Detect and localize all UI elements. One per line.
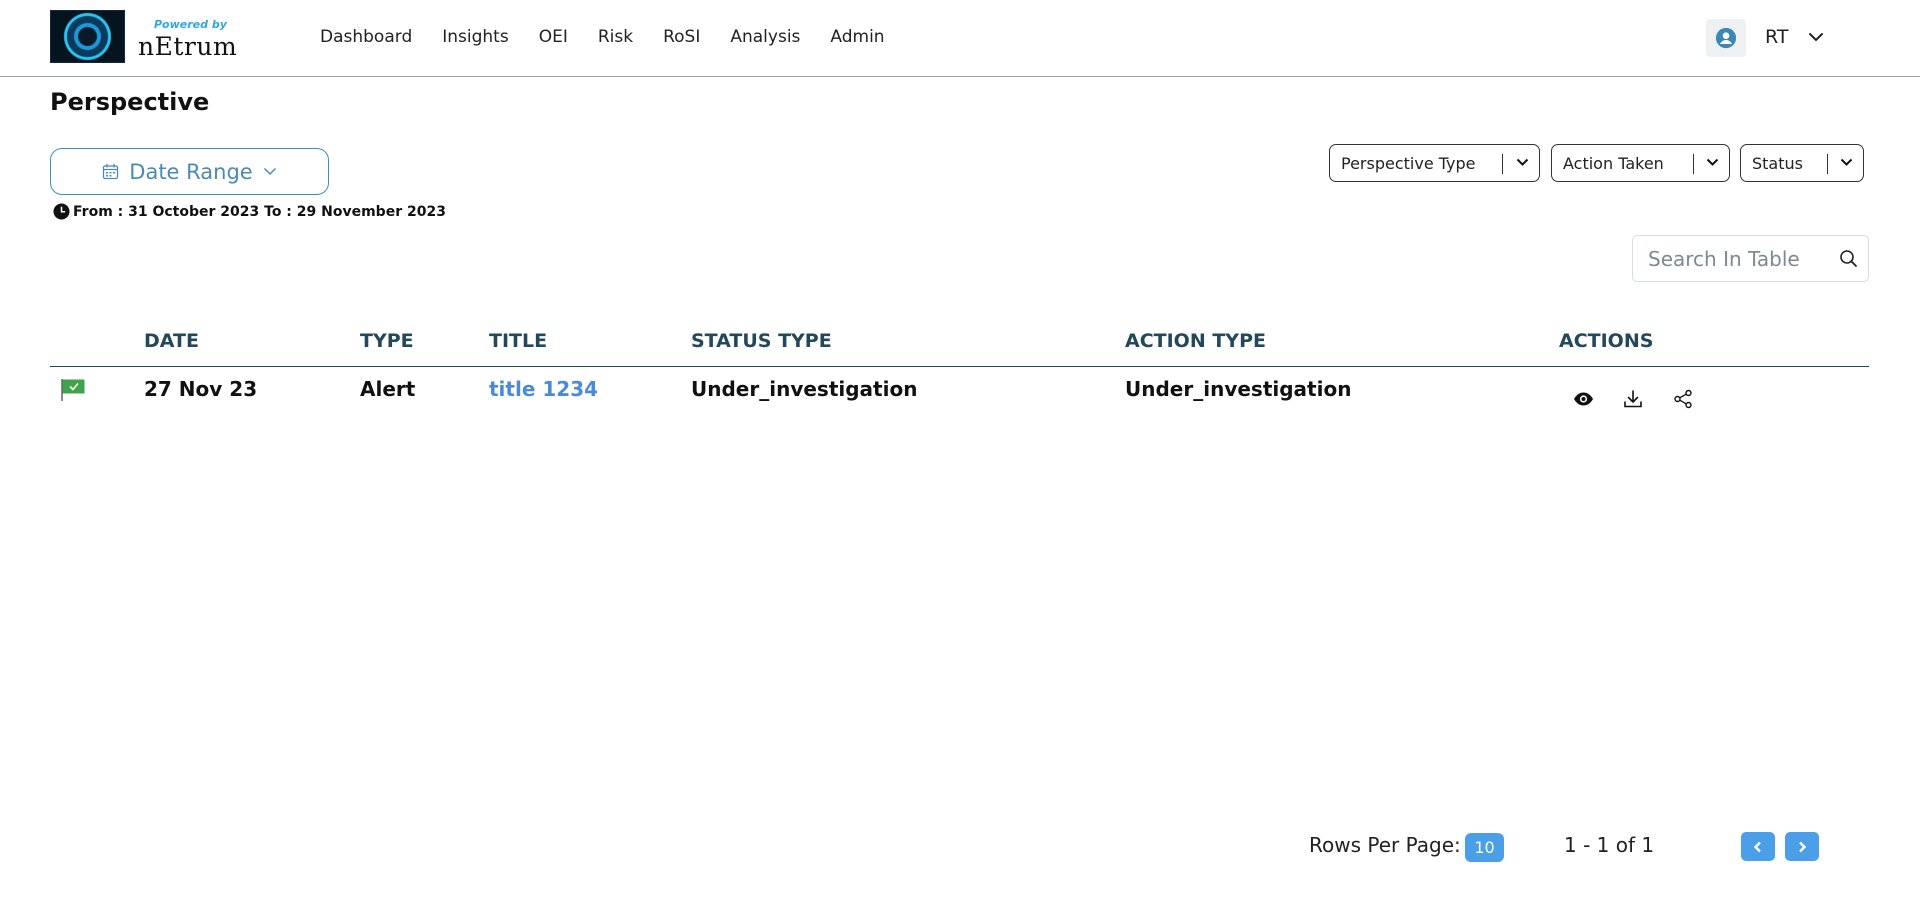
perspective-type-label: Perspective Type (1341, 153, 1476, 173)
download-icon[interactable] (1623, 389, 1643, 409)
filter-divider (1827, 154, 1828, 174)
calendar-icon (103, 164, 119, 180)
column-header-date[interactable]: DATE (144, 330, 199, 352)
nav-dashboard[interactable]: Dashboard (320, 27, 412, 47)
top-navbar: Powered by nEtrum Dashboard Insights OEI… (0, 0, 1920, 77)
perspective-type-filter[interactable]: Perspective Type (1329, 144, 1540, 182)
date-range-label: Date Range (129, 159, 253, 184)
column-header-title[interactable]: TITLE (489, 330, 547, 352)
nav-admin[interactable]: Admin (830, 27, 884, 47)
column-header-action-type[interactable]: ACTION TYPE (1125, 330, 1266, 352)
action-taken-label: Action Taken (1563, 153, 1664, 173)
status-filter[interactable]: Status (1740, 144, 1864, 182)
share-icon[interactable] (1673, 389, 1693, 409)
column-header-type[interactable]: TYPE (360, 330, 414, 352)
clock-icon (53, 203, 70, 220)
chevron-right-icon (1799, 841, 1807, 852)
user-circle-icon (1715, 27, 1737, 49)
chevron-down-icon[interactable] (1808, 32, 1824, 42)
nav-oei[interactable]: OEI (539, 27, 568, 47)
cell-title-link[interactable]: title 1234 (489, 377, 598, 401)
user-avatar-button[interactable] (1706, 19, 1746, 57)
logo-eye-image (50, 10, 125, 63)
column-header-actions: ACTIONS (1559, 330, 1654, 352)
cell-action-type: Under_investigation (1125, 377, 1352, 401)
nav-rosi[interactable]: RoSI (663, 27, 700, 47)
filter-divider (1693, 154, 1694, 174)
nav-insights[interactable]: Insights (442, 27, 508, 47)
filter-divider (1502, 154, 1503, 174)
cell-date: 27 Nov 23 (144, 377, 258, 401)
nav-risk[interactable]: Risk (598, 27, 633, 47)
cell-status-type: Under_investigation (691, 377, 918, 401)
rows-per-page-label: Rows Per Page: (1309, 833, 1461, 857)
chevron-down-icon (1840, 158, 1853, 166)
chevron-down-icon (1706, 158, 1719, 166)
nav-analysis[interactable]: Analysis (730, 27, 800, 47)
view-icon[interactable] (1573, 389, 1594, 409)
search-input[interactable] (1648, 246, 1838, 271)
table-search (1632, 235, 1869, 282)
logo-brand: nEtrum (138, 32, 238, 61)
status-label: Status (1752, 153, 1803, 173)
cell-type: Alert (360, 377, 416, 401)
date-range-info: From : 31 October 2023 To : 29 November … (53, 203, 446, 220)
next-page-button[interactable] (1785, 832, 1819, 861)
column-header-status-type[interactable]: STATUS TYPE (691, 330, 832, 352)
user-initials[interactable]: RT (1765, 26, 1788, 48)
page-title: Perspective (50, 88, 210, 116)
logo-powered-by: Powered by (154, 18, 227, 31)
action-taken-filter[interactable]: Action Taken (1551, 144, 1730, 182)
date-range-button[interactable]: Date Range (50, 148, 329, 195)
chevron-down-icon (1516, 158, 1529, 166)
main-nav: Dashboard Insights OEI Risk RoSI Analysi… (320, 27, 885, 47)
chevron-left-icon (1753, 841, 1761, 852)
date-range-text: From : 31 October 2023 To : 29 November … (73, 203, 446, 220)
table-header-divider (50, 366, 1869, 367)
chevron-down-icon (263, 167, 276, 176)
page-range: 1 - 1 of 1 (1564, 833, 1655, 857)
rows-per-page-select[interactable]: 10 (1465, 833, 1504, 862)
previous-page-button[interactable] (1741, 832, 1775, 861)
green-flag-icon (61, 379, 85, 401)
search-icon[interactable] (1839, 249, 1858, 268)
